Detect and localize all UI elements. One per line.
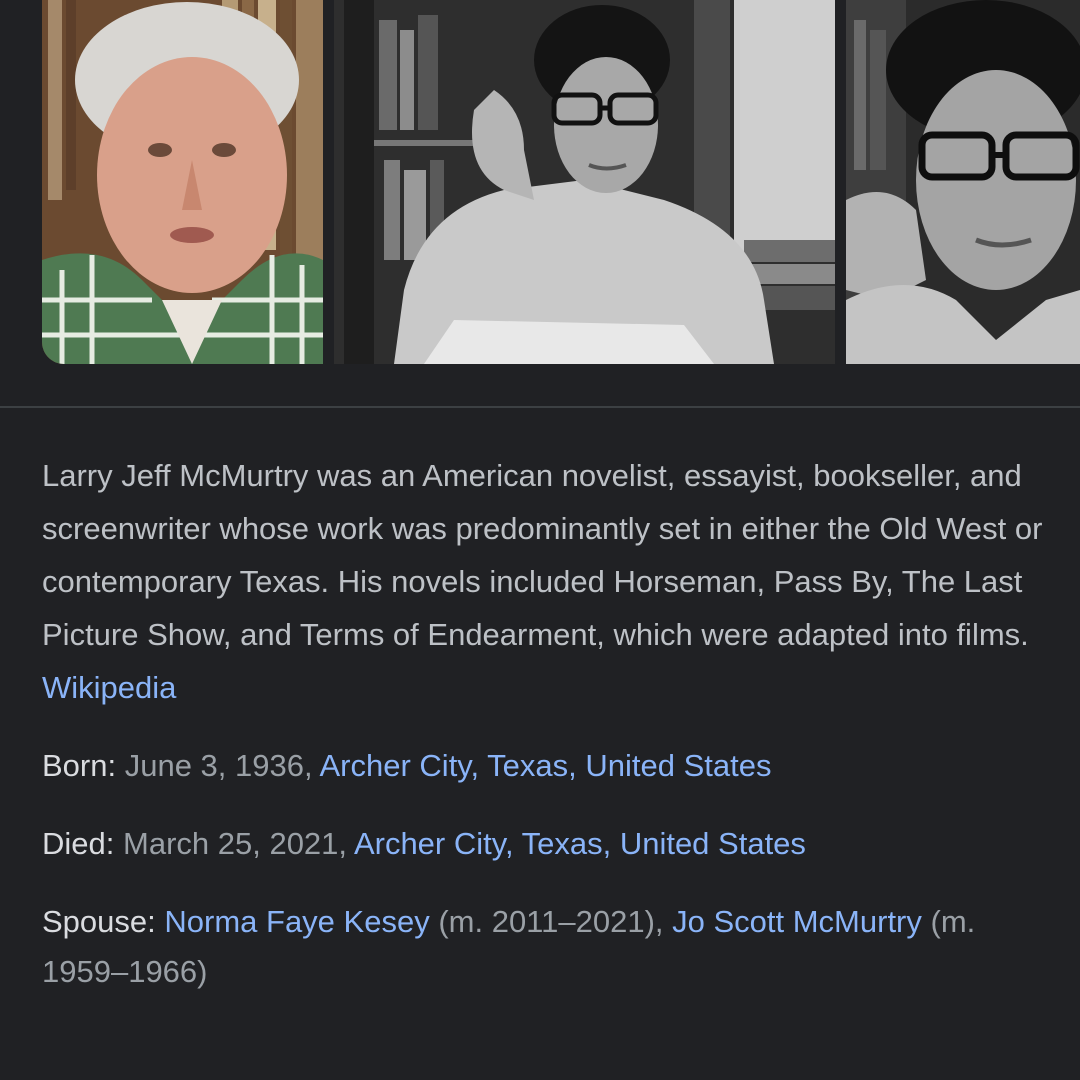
image-thumbnail-3[interactable] [846,0,1080,364]
image-thumbnail-2[interactable] [334,0,835,364]
fact-label-born: Born: [42,748,125,783]
image-carousel [0,0,1080,364]
died-place-link[interactable]: Archer City, Texas, United States [354,826,806,861]
fact-label-died: Died: [42,826,123,861]
description-text: Larry Jeff McMurtry was an American nove… [42,458,1043,652]
description: Larry Jeff McMurtry was an American nove… [42,449,1052,714]
knowledge-panel: Larry Jeff McMurtry was an American nove… [0,0,1080,1080]
spouse-1-years: (m. 2011–2021) [438,904,655,939]
panel-content: Larry Jeff McMurtry was an American nove… [42,449,1052,1025]
wikipedia-link[interactable]: Wikipedia [42,670,176,705]
portrait-young-man-closeup-icon [846,0,1080,364]
image-thumbnail-1[interactable] [42,0,323,364]
facts-list: Born: June 3, 1936, Archer City, Texas, … [42,741,1052,997]
fact-spouse: Spouse: Norma Faye Kesey (m. 2011–2021),… [42,904,976,989]
fact-label-spouse: Spouse: [42,904,165,939]
fact-born: Born: June 3, 1936, Archer City, Texas, … [42,748,772,783]
born-date: June 3, 1936 [124,748,304,783]
fact-died: Died: March 25, 2021, Archer City, Texas… [42,826,806,861]
section-divider [0,406,1080,408]
spouse-1-link[interactable]: Norma Faye Kesey [164,904,429,939]
born-place-link[interactable]: Archer City, Texas, United States [320,748,772,783]
spouse-2-link[interactable]: Jo Scott McMurtry [672,904,922,939]
portrait-young-man-at-desk-icon [334,0,835,364]
portrait-elderly-man-icon [42,0,323,364]
died-date: March 25, 2021 [123,826,339,861]
